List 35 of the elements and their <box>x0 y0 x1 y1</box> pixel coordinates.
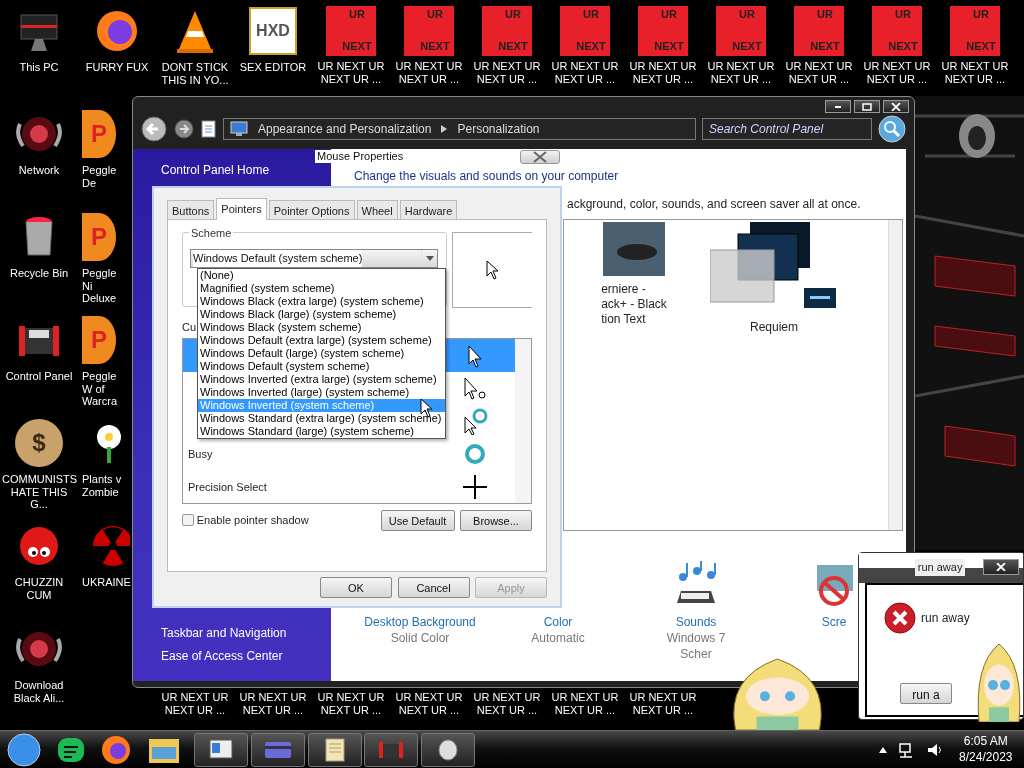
tile-text: NEXT <box>342 40 372 53</box>
window-title: Mouse Properties <box>315 150 406 163</box>
tile-text: NEXT <box>420 40 450 53</box>
logo-text: P <box>91 223 107 251</box>
row-label: Busy <box>188 446 213 462</box>
tile-text: NEXT <box>654 40 684 53</box>
page-heading: Change the visuals and sounds on your computer <box>354 168 619 185</box>
tile-text: UR <box>739 8 755 21</box>
logo-text: P <box>91 120 107 148</box>
tile-text: UR <box>895 8 911 21</box>
tile-text: NEXT <box>732 40 762 53</box>
tile-text: UR <box>427 8 443 21</box>
tile-text: UR <box>349 8 365 21</box>
setting-value: Windows 7 Scher <box>666 631 726 663</box>
window-title: run away <box>915 559 966 576</box>
setting-value: Solid Color <box>390 631 450 647</box>
logo-text: P <box>91 326 107 354</box>
logo-text: $ <box>32 429 46 457</box>
row-label: Precision Select <box>188 479 267 495</box>
error-message: run away <box>921 609 970 627</box>
tile-text: UR <box>583 8 599 21</box>
tile-text: UR <box>973 8 989 21</box>
tile-text: NEXT <box>576 40 606 53</box>
tile-text: UR <box>505 8 521 21</box>
tile-text: UR <box>817 8 833 21</box>
tile-text: NEXT <box>966 40 996 53</box>
tile-text: UR <box>661 8 677 21</box>
tile-text: NEXT <box>888 40 918 53</box>
logo-text: HXD <box>256 21 290 41</box>
field-label: Cu <box>182 321 197 333</box>
tile-text: NEXT <box>810 40 840 53</box>
checkbox-label: Enable pointer shadow <box>196 513 309 528</box>
tile-text: NEXT <box>498 40 528 53</box>
page-description: ackground, color, sounds, and screen saver all at once. <box>567 196 862 213</box>
setting-value: Automatic <box>531 631 585 647</box>
